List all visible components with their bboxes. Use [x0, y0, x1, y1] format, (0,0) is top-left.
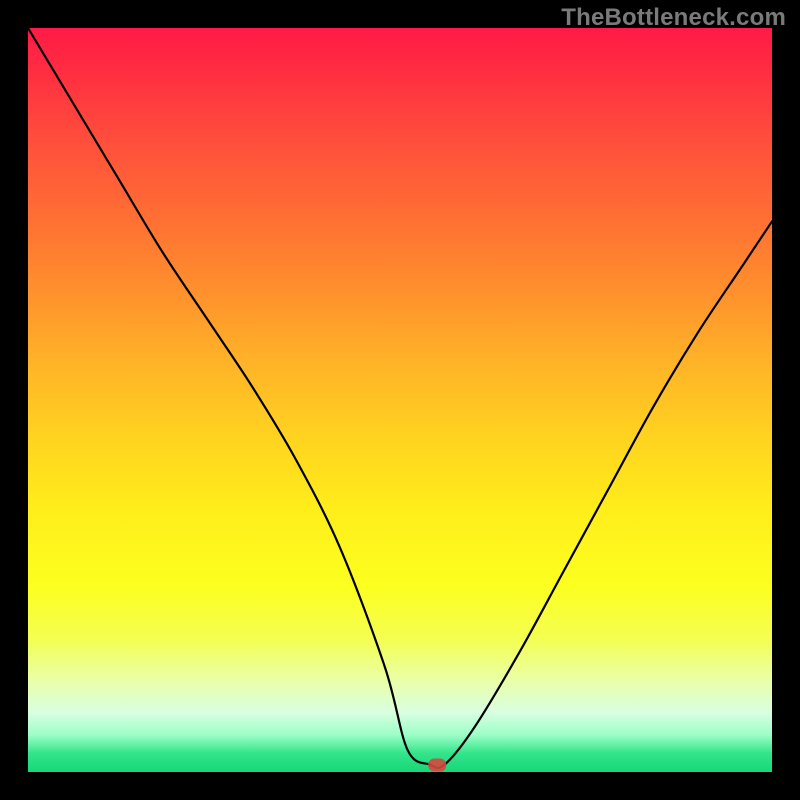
bottleneck-curve-svg — [28, 28, 772, 772]
watermark-text: TheBottleneck.com — [561, 4, 786, 32]
bottleneck-curve — [28, 28, 772, 768]
chart-frame: TheBottleneck.com — [0, 0, 800, 800]
plot-area — [28, 28, 772, 772]
marker-dot — [428, 759, 446, 772]
